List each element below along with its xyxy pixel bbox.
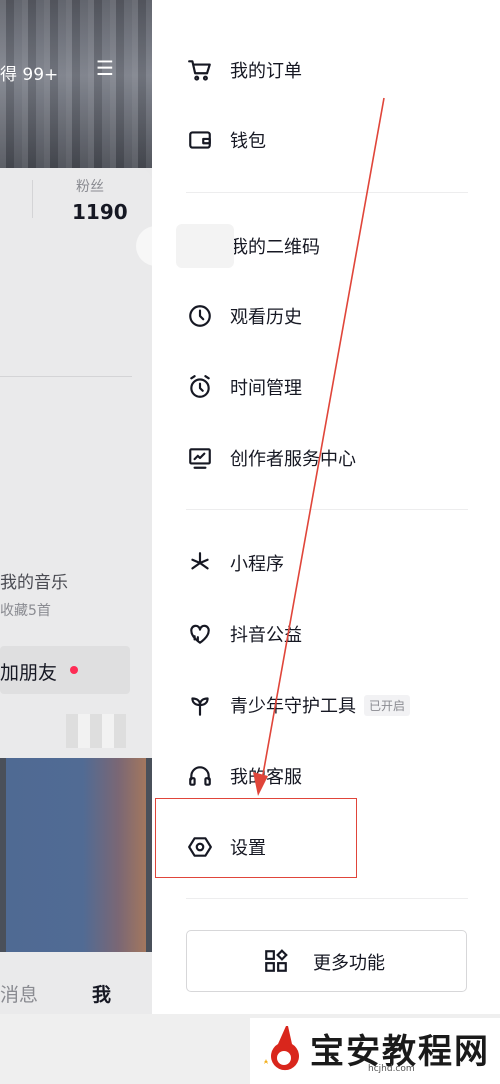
more-features-button[interactable]: 更多功能 [186,930,467,992]
heart-hands-icon [186,620,214,648]
more-features-label: 更多功能 [313,953,385,974]
menu-item-watch-history[interactable]: 观看历史 [186,298,302,334]
menu-item-label: 我的二维码 [230,237,320,258]
thumbnail-image [6,758,146,952]
menu-divider [186,509,468,510]
notification-dot [70,666,78,674]
asterisk-icon [186,549,214,577]
blurred-content [66,714,126,748]
fans-count[interactable]: 1190 [72,200,128,224]
add-friend-button[interactable]: 加朋友 [0,646,130,694]
menu-item-label: 小程序 [230,554,284,575]
alarm-clock-icon [186,373,214,401]
profile-page-dimmed: 得 99+ ☰ 粉丝 1190 我的音乐 收藏5首 加朋友 消息 我 [0,0,160,1084]
menu-item-my-orders[interactable]: 我的订单 [186,52,302,88]
wallet-icon [186,126,214,154]
menu-item-label: 我的订单 [230,61,302,82]
menu-item-wallet[interactable]: 钱包 [186,122,266,158]
sprout-icon [186,691,214,719]
clock-icon [186,302,214,330]
menu-item-label: 时间管理 [230,378,302,399]
menu-item-label: 创作者服务中心 [230,449,356,470]
menu-item-label: 抖音公益 [230,625,302,646]
section-divider [0,376,132,377]
menu-item-youth-guard[interactable]: 青少年守护工具 已开启 [186,687,411,723]
stat-divider [32,180,33,218]
banner-notification-text: 得 99+ [0,65,59,85]
my-music-title[interactable]: 我的音乐 [0,568,68,593]
profile-banner: 得 99+ ☰ [0,0,160,168]
menu-item-customer-service[interactable]: 我的客服 [186,758,302,794]
grid-apps-icon [263,948,289,974]
cart-icon [186,56,214,84]
fans-label: 粉丝 [76,179,104,195]
add-friend-label: 加朋友 [0,662,58,684]
menu-divider [186,898,468,899]
status-badge: 已开启 [364,694,411,716]
highlight-box [155,798,357,878]
hamburger-menu-icon[interactable]: ☰ [96,58,114,78]
menu-item-time-management[interactable]: 时间管理 [186,369,302,405]
menu-item-douyin-charity[interactable]: 抖音公益 [186,616,302,652]
watermark-url: hcjhd.com [368,1064,415,1074]
tab-messages[interactable]: 消息 [0,980,38,1007]
menu-item-creator-center[interactable]: 创作者服务中心 [186,440,356,476]
menu-item-label: 青少年守护工具 [230,696,356,717]
menu-item-label: 我的客服 [230,767,302,788]
menu-item-mini-programs[interactable]: 小程序 [186,545,284,581]
blurred-overlay [176,224,234,268]
watermark-logo: 宝安教程网 hcjhd.com [250,1018,500,1084]
my-music-subtitle: 收藏5首 [0,603,51,619]
menu-item-label: 钱包 [230,131,266,152]
headset-icon [186,762,214,790]
monitor-chart-icon [186,444,214,472]
menu-item-label: 观看历史 [230,307,302,328]
video-thumbnail[interactable] [0,758,152,952]
menu-divider [186,192,468,193]
logo-mark-icon [264,1026,299,1071]
tab-me[interactable]: 我 [92,980,111,1007]
